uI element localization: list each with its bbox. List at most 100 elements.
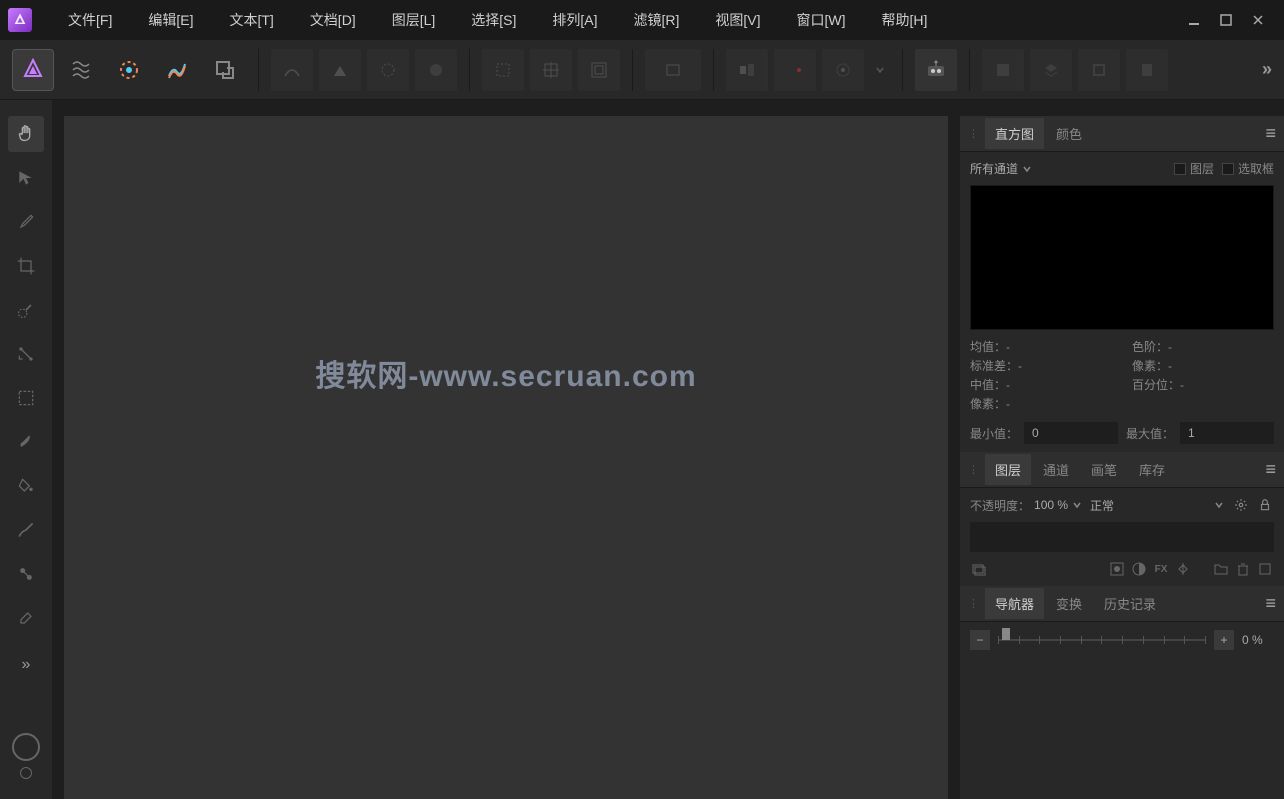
zoom-value[interactable]: 0 % bbox=[1242, 633, 1274, 647]
menu-file[interactable]: 文件[F] bbox=[52, 4, 128, 36]
toolbar-levels-icon[interactable] bbox=[319, 49, 361, 91]
tab-channels[interactable]: 通道 bbox=[1033, 454, 1079, 485]
channel-select[interactable]: 所有通道 bbox=[970, 160, 1032, 177]
foreground-color[interactable] bbox=[12, 733, 40, 761]
crop-layer-icon[interactable] bbox=[1174, 560, 1192, 578]
fx-icon[interactable]: FX bbox=[1152, 560, 1170, 578]
layer-checkbox-label: 图层 bbox=[1190, 160, 1214, 177]
color-picker-tool[interactable] bbox=[8, 204, 44, 240]
eraser-tool[interactable] bbox=[8, 600, 44, 636]
minimize-button[interactable] bbox=[1184, 10, 1204, 30]
zoom-slider[interactable] bbox=[998, 630, 1206, 650]
canvas-area[interactable]: 搜软网-www.secruan.com bbox=[64, 116, 948, 799]
stat-pixels2: 像素：- bbox=[1132, 357, 1274, 374]
panel-menu-button[interactable]: ≡ bbox=[1265, 123, 1276, 144]
zoom-in-button[interactable]: + bbox=[1214, 630, 1234, 650]
fill-tool[interactable] bbox=[8, 468, 44, 504]
toolbar-curves-icon[interactable] bbox=[271, 49, 313, 91]
crop-tool[interactable] bbox=[8, 248, 44, 284]
toolbar-hsl-icon[interactable] bbox=[415, 49, 457, 91]
merge-icon[interactable] bbox=[1256, 560, 1274, 578]
menu-layer[interactable]: 图层[L] bbox=[376, 4, 452, 36]
delete-icon[interactable] bbox=[1234, 560, 1252, 578]
healing-brush-tool[interactable] bbox=[8, 556, 44, 592]
hand-tool[interactable] bbox=[8, 116, 44, 152]
menu-arrange[interactable]: 排列[A] bbox=[536, 4, 613, 36]
panel-grip-icon[interactable]: ⋮ bbox=[968, 127, 979, 140]
menu-view[interactable]: 视图[V] bbox=[699, 4, 776, 36]
paint-brush-tool[interactable] bbox=[8, 424, 44, 460]
menu-filter[interactable]: 滤镜[R] bbox=[618, 4, 696, 36]
toolbar-layers-icon[interactable] bbox=[1030, 49, 1072, 91]
histogram-canvas bbox=[970, 185, 1274, 330]
background-color[interactable] bbox=[20, 767, 32, 779]
persona-develop[interactable] bbox=[108, 49, 150, 91]
tab-histogram[interactable]: 直方图 bbox=[985, 118, 1044, 149]
selection-brush-tool[interactable] bbox=[8, 292, 44, 328]
flood-select-tool[interactable] bbox=[8, 336, 44, 372]
toolbar-selection-icon[interactable] bbox=[482, 49, 524, 91]
toolbar-stock-icon[interactable] bbox=[982, 49, 1024, 91]
zoom-out-button[interactable]: − bbox=[970, 630, 990, 650]
toolbar-channels-icon[interactable] bbox=[1078, 49, 1120, 91]
selection-checkbox[interactable] bbox=[1222, 163, 1234, 175]
layer-checkbox[interactable] bbox=[1174, 163, 1186, 175]
stat-mean: 均值：- bbox=[970, 338, 1112, 355]
tab-layers[interactable]: 图层 bbox=[985, 454, 1031, 485]
tab-color[interactable]: 颜色 bbox=[1046, 118, 1092, 149]
gear-icon[interactable] bbox=[1232, 496, 1250, 514]
opacity-label: 不透明度： bbox=[970, 497, 1030, 514]
menu-window[interactable]: 窗口[W] bbox=[781, 4, 862, 36]
toolbar-overflow[interactable]: » bbox=[1262, 59, 1272, 80]
toolbar-white-balance-icon[interactable] bbox=[367, 49, 409, 91]
chevron-down-icon bbox=[1214, 500, 1224, 510]
folder-icon[interactable] bbox=[1212, 560, 1230, 578]
panel-grip-icon[interactable]: ⋮ bbox=[968, 597, 979, 610]
stat-stddev: 标准差：- bbox=[970, 357, 1112, 374]
toolbar-crop-icon[interactable] bbox=[530, 49, 572, 91]
persona-export[interactable] bbox=[204, 49, 246, 91]
menu-text[interactable]: 文本[T] bbox=[213, 4, 289, 36]
tab-navigator[interactable]: 导航器 bbox=[985, 588, 1044, 619]
menu-document[interactable]: 文档[D] bbox=[294, 4, 372, 36]
lock-icon[interactable] bbox=[1256, 496, 1274, 514]
persona-liquify[interactable] bbox=[60, 49, 102, 91]
tab-stock[interactable]: 库存 bbox=[1129, 454, 1175, 485]
mask-icon[interactable] bbox=[1108, 560, 1126, 578]
tab-transform[interactable]: 变换 bbox=[1046, 588, 1092, 619]
blend-mode-select[interactable]: 正常 bbox=[1090, 497, 1224, 514]
color-well[interactable] bbox=[12, 733, 40, 779]
min-value[interactable]: 0 bbox=[1024, 422, 1118, 444]
menu-edit[interactable]: 编辑[E] bbox=[132, 4, 209, 36]
persona-photo[interactable] bbox=[12, 49, 54, 91]
close-button[interactable] bbox=[1248, 10, 1268, 30]
adjustment-icon[interactable] bbox=[1130, 560, 1148, 578]
toolbar-document-icon[interactable] bbox=[645, 49, 701, 91]
layers-list[interactable] bbox=[970, 522, 1274, 552]
tab-brushes[interactable]: 画笔 bbox=[1081, 454, 1127, 485]
opacity-value[interactable]: 100 % bbox=[1034, 498, 1068, 512]
move-tool[interactable] bbox=[8, 160, 44, 196]
toolbar-resize-icon[interactable] bbox=[578, 49, 620, 91]
panel-menu-button[interactable]: ≡ bbox=[1265, 593, 1276, 614]
toolbar-align-icon[interactable] bbox=[726, 49, 768, 91]
persona-tone-mapping[interactable] bbox=[156, 49, 198, 91]
brush-tool[interactable] bbox=[8, 512, 44, 548]
tab-history[interactable]: 历史记录 bbox=[1094, 588, 1166, 619]
tool-expand[interactable]: » bbox=[22, 656, 31, 674]
toolbar-history-icon[interactable] bbox=[1126, 49, 1168, 91]
toolbar-snapping-icon[interactable] bbox=[822, 49, 864, 91]
menu-select[interactable]: 选择[S] bbox=[455, 4, 532, 36]
panel-menu-button[interactable]: ≡ bbox=[1265, 459, 1276, 480]
marquee-tool[interactable] bbox=[8, 380, 44, 416]
menu-help[interactable]: 帮助[H] bbox=[866, 4, 944, 36]
toolbar-dropdown-icon[interactable] bbox=[870, 49, 890, 91]
tool-sidebar: » bbox=[0, 100, 52, 799]
max-value[interactable]: 1 bbox=[1180, 422, 1274, 444]
panel-grip-icon[interactable]: ⋮ bbox=[968, 463, 979, 476]
toolbar-record-icon[interactable] bbox=[774, 49, 816, 91]
toolbar-assistant-icon[interactable] bbox=[915, 49, 957, 91]
group-icon[interactable] bbox=[970, 560, 988, 578]
stat-median: 中值：- bbox=[970, 376, 1112, 393]
maximize-button[interactable] bbox=[1216, 10, 1236, 30]
